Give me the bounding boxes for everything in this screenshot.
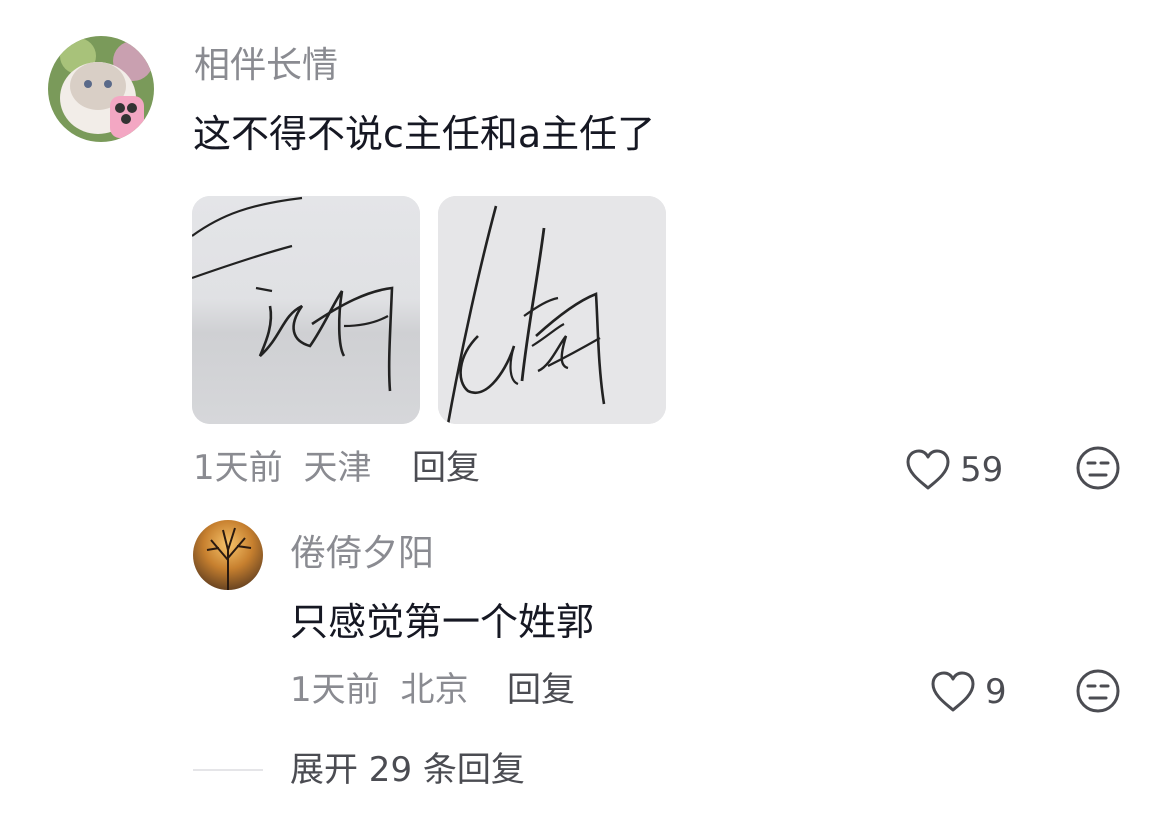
heart-outline-icon: [904, 448, 952, 492]
comment-meta: 1天前 天津: [193, 448, 371, 488]
comment-like-button[interactable]: 59: [904, 448, 1003, 492]
comment-dislike-button[interactable]: [1074, 444, 1122, 492]
heart-outline-icon: [929, 670, 977, 714]
comment-reply-button[interactable]: 回复: [412, 448, 480, 488]
reply-username[interactable]: 倦倚夕阳: [290, 534, 434, 574]
comment-like-count: 59: [960, 450, 1004, 490]
comment-image-1[interactable]: [192, 196, 420, 424]
comment-location: 天津: [303, 448, 372, 488]
comment-time: 1天前: [193, 448, 283, 488]
reply-avatar[interactable]: [193, 520, 263, 590]
expand-divider: [193, 769, 263, 771]
expand-replies-button[interactable]: 展开 29 条回复: [290, 750, 525, 790]
reply-like-count: 9: [985, 672, 1007, 712]
reply-dislike-button[interactable]: [1074, 667, 1122, 715]
reply-time: 1天前: [290, 670, 380, 710]
reply-location: 北京: [400, 670, 469, 710]
neutral-face-icon: [1074, 669, 1122, 719]
comment-text: 这不得不说c主任和a主任了: [193, 112, 656, 156]
reply-like-button[interactable]: 9: [929, 670, 1007, 714]
reply-meta: 1天前 北京: [290, 670, 468, 710]
reply-reply-button[interactable]: 回复: [507, 670, 575, 710]
comment-avatar[interactable]: [48, 36, 154, 142]
comment-username[interactable]: 相伴长情: [194, 46, 338, 86]
reply-text: 只感觉第一个姓郭: [290, 600, 595, 644]
neutral-face-icon: [1074, 446, 1122, 496]
comment-image-2[interactable]: [438, 196, 666, 424]
